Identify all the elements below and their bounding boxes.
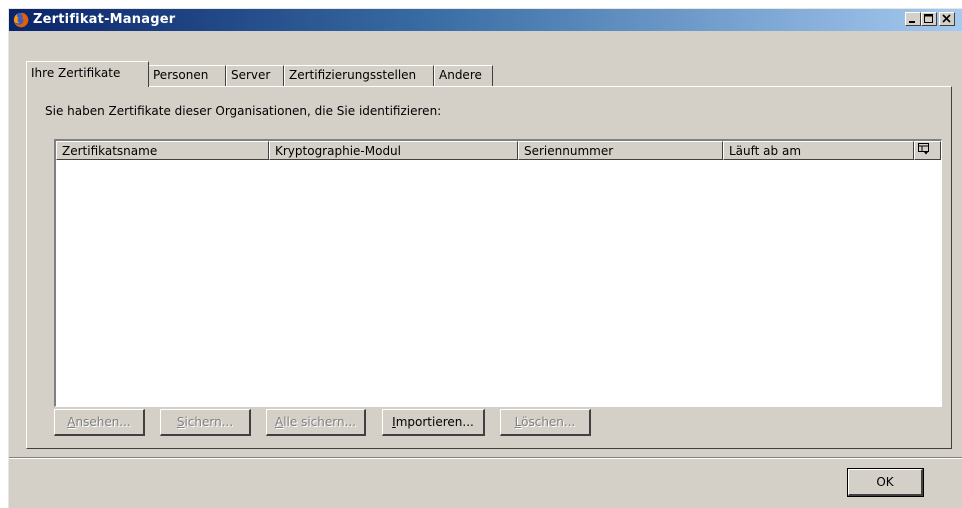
- table-body[interactable]: [56, 160, 941, 406]
- delete-button[interactable]: Löschen...: [500, 409, 591, 436]
- window-title: Zertifikat-Manager: [33, 12, 176, 27]
- tab-label: Zertifizierungsstellen: [289, 68, 417, 82]
- tab-andere[interactable]: Andere: [434, 65, 493, 86]
- firefox-icon: [13, 12, 29, 28]
- column-header-expires[interactable]: Läuft ab am: [723, 141, 914, 160]
- certificate-table[interactable]: Zertifikatsname Kryptographie-Modul Seri…: [54, 139, 942, 407]
- column-header-module[interactable]: Kryptographie-Modul: [269, 141, 518, 160]
- backup-all-button[interactable]: Alle sichern...: [266, 409, 366, 436]
- close-icon: [942, 14, 951, 23]
- table-header: Zertifikatsname Kryptographie-Modul Seri…: [56, 141, 941, 161]
- import-button[interactable]: Importieren...: [382, 409, 485, 436]
- tab-ihre-zertifikate[interactable]: Ihre Zertifikate: [26, 61, 149, 87]
- column-header-serial[interactable]: Seriennummer: [518, 141, 723, 160]
- tab-label: Server: [231, 68, 271, 82]
- minimize-button[interactable]: [905, 12, 921, 26]
- minimize-icon: [909, 21, 915, 23]
- tab-label: Personen: [153, 68, 209, 82]
- title-bar[interactable]: Zertifikat-Manager: [9, 9, 962, 31]
- backup-button[interactable]: Sichern...: [160, 409, 251, 436]
- column-header-name[interactable]: Zertifikatsname: [56, 141, 269, 160]
- maximize-icon: [924, 14, 933, 23]
- tab-label: Andere: [439, 68, 482, 82]
- panel-description: Sie haben Zertifikate dieser Organisatio…: [45, 104, 442, 118]
- ok-button[interactable]: OK: [847, 468, 924, 497]
- tab-panel: Sie haben Zertifikate dieser Organisatio…: [26, 86, 952, 449]
- maximize-button[interactable]: [921, 12, 937, 26]
- tab-label: Ihre Zertifikate: [31, 66, 121, 80]
- footer-separator: [9, 457, 962, 459]
- tab-server[interactable]: Server: [226, 65, 284, 86]
- view-button[interactable]: Ansehen...: [54, 409, 145, 436]
- tab-personen[interactable]: Personen: [148, 65, 226, 86]
- certificate-manager-window: Zertifikat-Manager Ihre Zertifikate Pers…: [8, 8, 962, 508]
- close-button[interactable]: [939, 12, 955, 26]
- tab-zertifizierungsstellen[interactable]: Zertifizierungsstellen: [284, 65, 434, 86]
- column-picker-button[interactable]: [914, 141, 941, 160]
- column-picker-icon: [918, 143, 929, 155]
